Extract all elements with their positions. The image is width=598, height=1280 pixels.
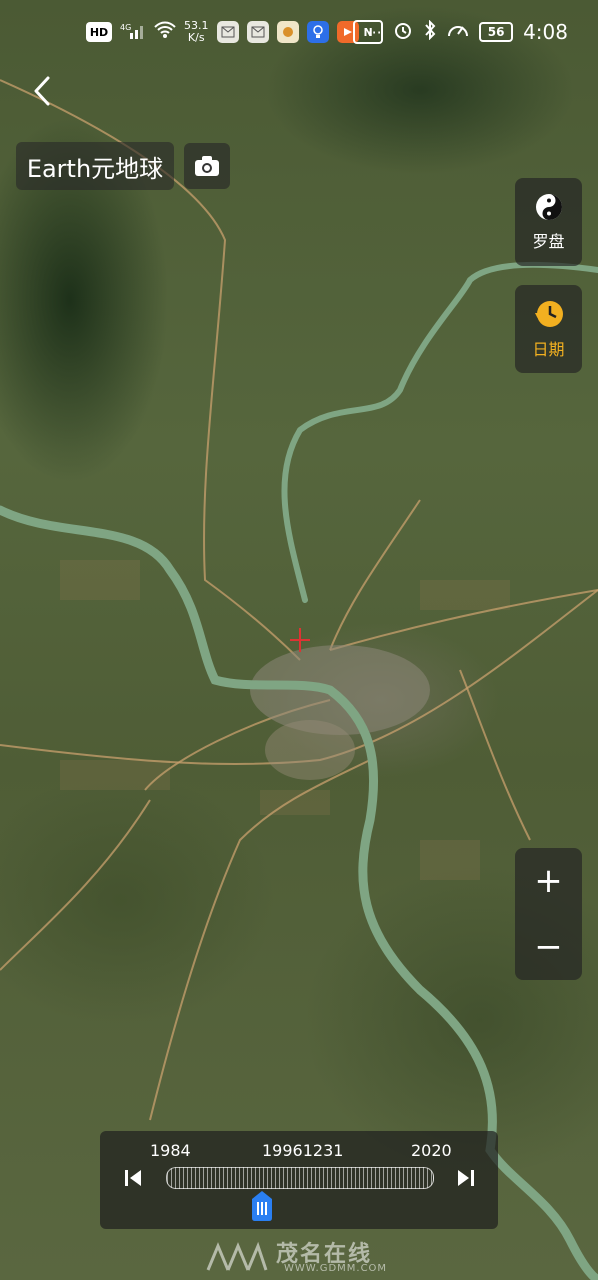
timeline-panel: 1984 19961231 2020 (100, 1131, 498, 1229)
mail-app-icon (216, 21, 239, 43)
back-button[interactable] (28, 74, 62, 108)
hd-badge: HD (86, 22, 112, 42)
date-button[interactable]: 日期 (515, 285, 582, 373)
app-title: Earth元地球 (16, 142, 174, 190)
camera-button[interactable] (184, 143, 230, 189)
network-type: 4G (120, 23, 131, 32)
slider-handle-icon (251, 1191, 272, 1221)
signal-icon: 4G (120, 21, 146, 43)
timeline-end-year: 2020 (411, 1141, 452, 1160)
clock-history-icon (534, 301, 563, 327)
watermark: 茂名在线 WWW.GDMM.COM (206, 1236, 416, 1276)
clock: 4:08 (523, 20, 568, 44)
mail-app-icon-2 (246, 21, 269, 43)
speed-unit: K/s (187, 31, 205, 44)
map-features (0, 79, 598, 1280)
timeline-slider-handle[interactable] (250, 1191, 274, 1221)
watermark-url: WWW.GDMM.COM (284, 1263, 388, 1274)
nfc-icon: N (353, 20, 384, 44)
network-speed: 53.1 K/s (184, 20, 209, 44)
yin-yang-icon (535, 194, 562, 220)
chevron-left-icon (34, 76, 50, 106)
skip-back-icon (125, 1170, 141, 1186)
alarm-icon (393, 20, 413, 44)
speedometer-icon (447, 20, 469, 44)
wifi-icon (154, 21, 176, 43)
compass-button[interactable]: 罗盘 (515, 178, 582, 266)
skip-to-start-button[interactable] (122, 1167, 144, 1189)
compass-label: 罗盘 (532, 232, 565, 251)
status-bar-right: N 56 4:08 (353, 19, 568, 44)
bulb-app-icon (306, 21, 329, 43)
status-bar: HD 4G 53.1 K/s ··· N 56 4:08 (0, 0, 598, 70)
date-label: 日期 (532, 340, 565, 359)
skip-to-end-button[interactable] (455, 1167, 477, 1189)
bluetooth-icon (423, 19, 437, 44)
camera-icon (195, 156, 219, 176)
battery-indicator: 56 (479, 22, 514, 42)
timeline-start-year: 1984 (150, 1141, 191, 1160)
zoom-in-button[interactable]: + (515, 848, 582, 914)
zoom-controls: + − (515, 848, 582, 980)
timeline-current-date: 19961231 (262, 1141, 344, 1160)
zoom-out-button[interactable]: − (515, 914, 582, 980)
status-bar-left: HD 4G 53.1 K/s ··· (86, 20, 382, 44)
satellite-map[interactable] (0, 0, 598, 1280)
skip-forward-icon (458, 1170, 474, 1186)
timeline-slider[interactable] (166, 1167, 434, 1189)
game-app-icon (276, 21, 299, 43)
watermark-logo-icon (206, 1241, 268, 1271)
